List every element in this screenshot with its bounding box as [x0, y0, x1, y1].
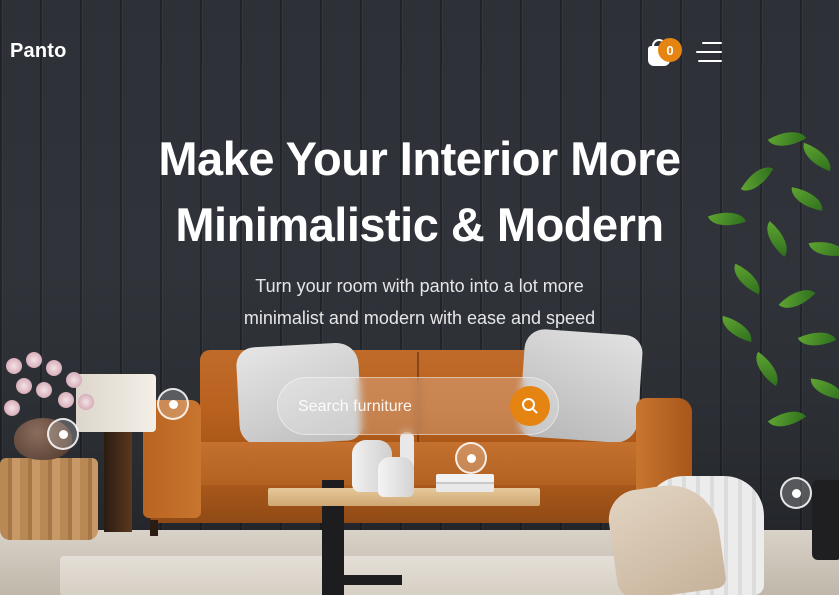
flowers-decor — [0, 350, 100, 428]
hero-title-line1: Make Your Interior More — [158, 132, 681, 185]
search-icon — [522, 398, 538, 414]
brand-logo[interactable]: Panto — [10, 40, 67, 63]
hero-title-line2: Minimalistic & Modern — [175, 198, 664, 251]
cart-count-badge: 0 — [658, 38, 682, 62]
search-button[interactable] — [510, 386, 550, 426]
hero-subtitle-line2: minimalist and modern with ease and spee… — [243, 308, 596, 328]
lamp-stem — [104, 432, 132, 532]
books-decor — [436, 474, 494, 492]
hotspot-right[interactable] — [780, 477, 812, 509]
search-bar — [277, 377, 559, 435]
wooden-stool — [0, 458, 98, 540]
hero-section: Panto 0 Make Your Interior More Minimali… — [0, 0, 839, 595]
vase — [378, 457, 414, 497]
search-input[interactable] — [298, 394, 498, 420]
hero-subtitle-line1: Turn your room with panto into a lot mor… — [255, 276, 584, 296]
hero-subtitle: Turn your room with panto into a lot mor… — [0, 270, 839, 334]
table-foot — [322, 575, 402, 585]
hamburger-menu-icon[interactable] — [696, 40, 722, 64]
hotspot-bowl[interactable] — [47, 418, 79, 450]
hotspot-lamp[interactable] — [157, 388, 189, 420]
plant-pot — [812, 480, 839, 560]
sofa-leg — [150, 520, 158, 536]
hotspot-vase[interactable] — [455, 442, 487, 474]
hero-title: Make Your Interior More Minimalistic & M… — [0, 126, 839, 258]
